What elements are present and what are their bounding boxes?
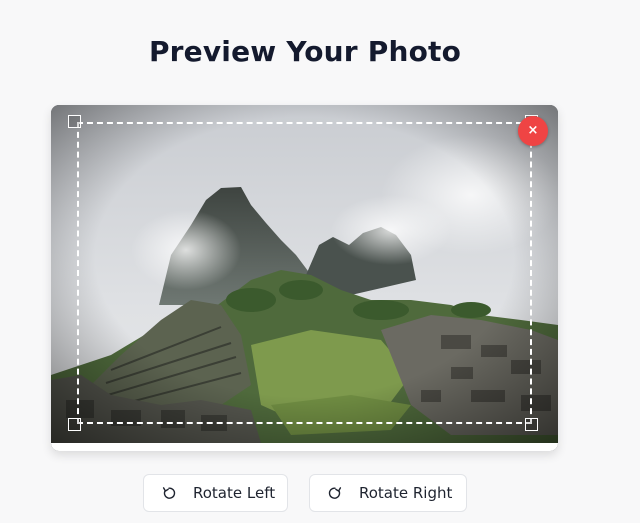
page-title: Preview Your Photo — [148, 35, 462, 68]
close-icon: × — [527, 123, 539, 138]
rotate-right-label: Rotate Right — [359, 484, 453, 502]
rotate-right-button[interactable]: Rotate Right — [309, 474, 467, 512]
crop-handle-top-left[interactable] — [68, 115, 81, 128]
crop-handle-bottom-right[interactable] — [525, 418, 538, 431]
rotate-left-label: Rotate Left — [193, 484, 276, 502]
remove-photo-button[interactable]: × — [518, 116, 548, 146]
rotate-left-button[interactable]: Rotate Left — [143, 474, 288, 512]
rotate-cw-icon — [328, 487, 342, 499]
crop-handle-bottom-left[interactable] — [68, 418, 81, 431]
rotate-ccw-icon — [162, 487, 176, 499]
crop-frame[interactable] — [77, 122, 532, 424]
photo-preview-card: × — [51, 105, 558, 451]
card-footer-strip — [51, 443, 558, 451]
